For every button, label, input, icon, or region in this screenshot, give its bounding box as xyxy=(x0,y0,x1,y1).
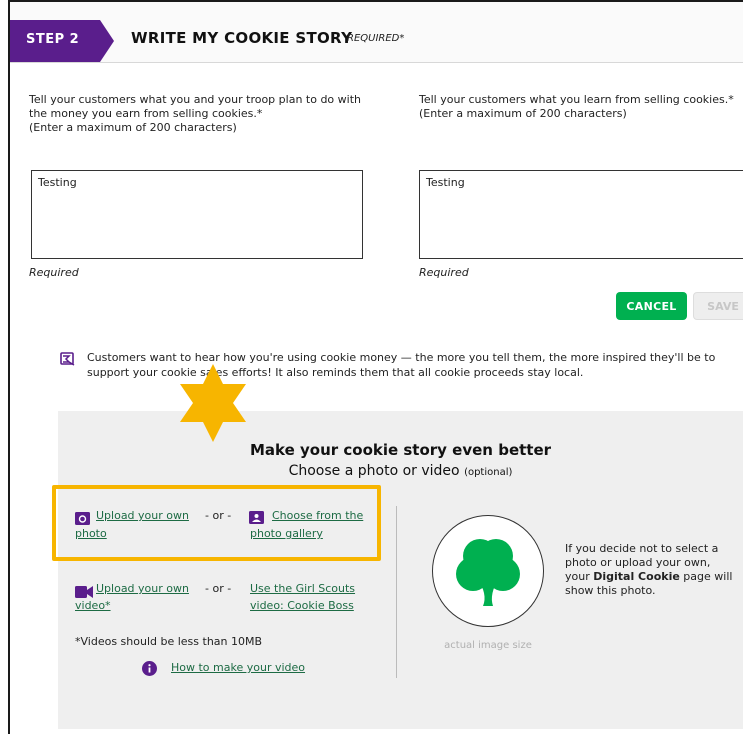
trefoil-icon xyxy=(456,539,520,606)
panel-subtitle-text: Choose a photo or video xyxy=(288,463,460,479)
left-prompt-line1: Tell your customers what you and your tr… xyxy=(29,93,361,106)
default-note-l3-post: page will xyxy=(679,570,733,583)
upload-video-link-cont[interactable]: video* xyxy=(75,598,111,614)
panel-subtitle: Choose a photo or video (optional) xyxy=(58,463,743,479)
right-required-note: Required xyxy=(419,266,469,279)
cancel-button[interactable]: CANCEL xyxy=(616,292,687,320)
money-plan-textarea[interactable] xyxy=(31,170,363,259)
info-line1: Customers want to hear how you're using … xyxy=(87,351,716,364)
optional-tag: (optional) xyxy=(464,467,513,478)
panel-divider xyxy=(396,506,397,678)
highlight-box xyxy=(52,485,381,561)
left-prompt-line3: (Enter a maximum of 200 characters) xyxy=(29,121,237,134)
gs-video-link-l1: Use the Girl Scouts xyxy=(250,582,356,595)
right-prompt-line1: Tell your customers what you learn from … xyxy=(419,93,734,106)
megaphone-icon xyxy=(60,351,76,370)
default-note-l2: photo or upload your own, xyxy=(565,556,711,569)
gs-video-link-l2: video: Cookie Boss xyxy=(250,599,354,612)
right-prompt: Tell your customers what you learn from … xyxy=(419,93,739,121)
section-title: WRITE MY COOKIE STORY xyxy=(131,29,353,47)
star-icon xyxy=(178,364,248,446)
step-badge: STEP 2 xyxy=(10,20,118,62)
default-note-l1: If you decide not to select a xyxy=(565,542,719,555)
video-size-note: *Videos should be less than 10MB xyxy=(75,635,263,648)
info-icon xyxy=(142,661,157,680)
left-required-note: Required xyxy=(29,266,79,279)
digital-cookie-bold: Digital Cookie xyxy=(593,570,680,583)
default-photo xyxy=(432,515,544,627)
step-header: STEP 2 WRITE MY COOKIE STORY REQUIRED* xyxy=(10,2,743,63)
or-separator-video: - or - xyxy=(205,582,232,595)
left-prompt: Tell your customers what you and your tr… xyxy=(29,93,389,135)
upload-video-link-l2: video* xyxy=(75,599,111,612)
media-panel: Make your cookie story even better Choos… xyxy=(58,411,743,729)
panel-title: Make your cookie story even better xyxy=(249,441,552,459)
gs-video-link-cont[interactable]: video: Cookie Boss xyxy=(250,598,354,614)
left-prompt-line2: the money you earn from selling cookies.… xyxy=(29,107,263,120)
right-prompt-line2: (Enter a maximum of 200 characters) xyxy=(419,107,627,120)
default-note-l3: your Digital Cookie page will xyxy=(565,570,740,584)
upload-video-link-l1: Upload your own xyxy=(96,582,189,595)
how-to-video-link[interactable]: How to make your video xyxy=(171,660,305,676)
save-button[interactable]: SAVE xyxy=(693,292,743,320)
step-label: STEP 2 xyxy=(26,32,80,47)
learning-textarea[interactable] xyxy=(419,170,743,259)
actual-size-caption: actual image size xyxy=(444,640,532,651)
default-note-l3-pre: your xyxy=(565,570,594,583)
required-tag: REQUIRED* xyxy=(347,33,405,44)
gs-video-link[interactable]: Use the Girl Scouts xyxy=(250,581,355,597)
default-photo-note: If you decide not to select a photo or u… xyxy=(565,542,740,598)
default-note-l4: show this photo. xyxy=(565,584,656,597)
upload-video-link[interactable]: Upload your own xyxy=(96,581,189,597)
